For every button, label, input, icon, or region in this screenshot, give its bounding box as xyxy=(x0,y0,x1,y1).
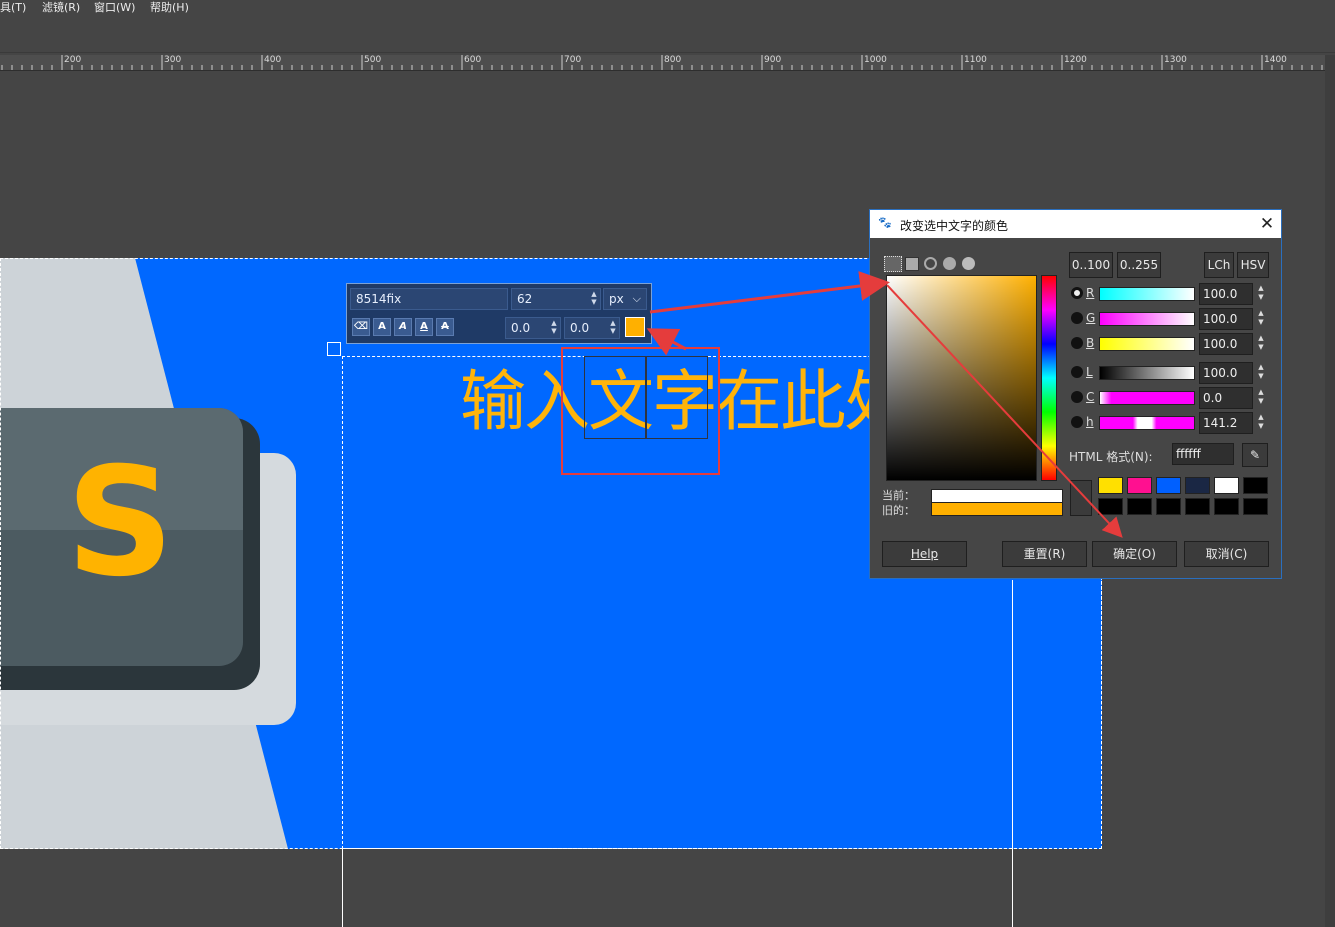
arrow-to-color-button xyxy=(646,328,687,356)
annotation-arrows xyxy=(646,271,1123,538)
arrow-to-square xyxy=(649,271,890,314)
arrow-to-ok xyxy=(886,284,1123,538)
